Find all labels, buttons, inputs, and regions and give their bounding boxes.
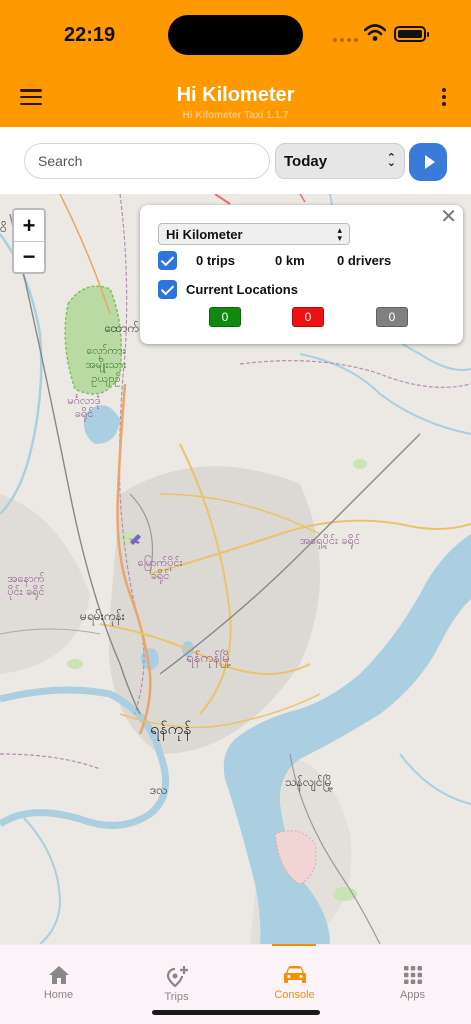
tab-home[interactable]: Home	[0, 945, 117, 1007]
app-screen: 22:19 Hi Kilometer Hi Kilometer Taxi 1.1…	[0, 0, 471, 1024]
tab-label: Apps	[399, 989, 426, 1001]
map-label: သန်လျင်မြို့	[285, 775, 334, 789]
summary-panel: ✕ Hi Kilometer ▴ ▾ 0 trips 0 km 0 drivers…	[140, 205, 463, 344]
drivers-count: 0 drivers	[337, 253, 392, 268]
status-time: 22:19	[64, 24, 116, 46]
cellular-signal-icon	[333, 38, 358, 42]
tab-label: Home	[43, 989, 74, 1001]
period-select-value: Today	[284, 152, 328, 170]
dynamic-island	[168, 15, 303, 55]
grid-icon	[403, 966, 422, 984]
map-label: အနောက်ပိုင်း ခရိုင်	[7, 572, 45, 598]
status-badge-gray[interactable]: 0	[376, 307, 408, 327]
chevron-up-down-icon: ▴ ▾	[337, 224, 342, 243]
map-label: ဝိ	[0, 221, 7, 235]
search-toolbar: Today ⌃⌄	[0, 127, 471, 194]
zoom-in-button[interactable]: +	[14, 210, 44, 241]
chevron-up-down-icon: ⌃ ⌄	[386, 152, 396, 169]
map-label: မြောက်ပိုင်း ခရိုင်	[137, 556, 183, 582]
zoom-out-button[interactable]: −	[14, 241, 44, 272]
map-label: အရှေ့ပိုင်း ခရိုင်	[300, 534, 360, 547]
app-header: 22:19 Hi Kilometer Hi Kilometer Taxi 1.1…	[0, 0, 471, 127]
map-label-park: လှော်ကား အမျိုးသား ဥယျာဉ်	[85, 344, 127, 385]
trips-count: 0 trips	[196, 253, 236, 268]
more-vertical-icon[interactable]	[441, 88, 447, 106]
km-total: 0 km	[275, 253, 305, 268]
page-title: Hi Kilometer	[176, 84, 295, 106]
tab-label: Trips	[164, 991, 189, 1003]
home-icon	[48, 966, 69, 984]
map-label: ထောက်	[104, 321, 139, 335]
map-label: မင်္ဂလာဒုံ ခရိုင်	[67, 394, 101, 420]
company-select[interactable]: Hi Kilometer ▴ ▾	[158, 223, 350, 245]
zoom-control: + −	[12, 208, 46, 274]
tab-label: Console	[274, 989, 315, 1001]
play-icon	[424, 155, 435, 169]
search-input[interactable]	[24, 143, 270, 179]
location-plus-icon	[166, 966, 188, 987]
company-select-value: Hi Kilometer	[166, 226, 243, 242]
current-locations-checkbox[interactable]	[158, 280, 177, 299]
tab-console[interactable]: Console	[236, 945, 353, 1007]
home-indicator	[152, 1010, 320, 1015]
car-icon	[283, 966, 306, 983]
map-label: ဒလ	[150, 783, 168, 797]
status-badge-green[interactable]: 0	[209, 307, 241, 327]
tab-trips[interactable]: Trips	[118, 945, 235, 1007]
status-badge-red[interactable]: 0	[292, 307, 324, 327]
current-locations-label: Current Locations	[186, 282, 298, 297]
map-label: မရမ်းကုန်း	[80, 609, 125, 623]
close-icon[interactable]: ✕	[440, 207, 457, 227]
map-label-city: ရန်ကုန်	[150, 719, 192, 738]
map-view[interactable]: ဝိ ထောက် လှော်ကား အမျိုးသား ဥယျာဉ် မင်္ဂ…	[0, 194, 471, 944]
battery-icon	[394, 26, 429, 42]
go-button[interactable]	[409, 143, 447, 181]
tab-apps[interactable]: Apps	[354, 945, 471, 1007]
period-select[interactable]: Today ⌃ ⌄	[275, 143, 405, 179]
trips-checkbox[interactable]	[158, 251, 177, 270]
map-label: ရန်ကုန်မြို့	[186, 651, 232, 666]
wifi-icon	[364, 24, 386, 41]
app-version-subtitle: Hi Kilometer Taxi 1.1.7	[182, 110, 289, 121]
